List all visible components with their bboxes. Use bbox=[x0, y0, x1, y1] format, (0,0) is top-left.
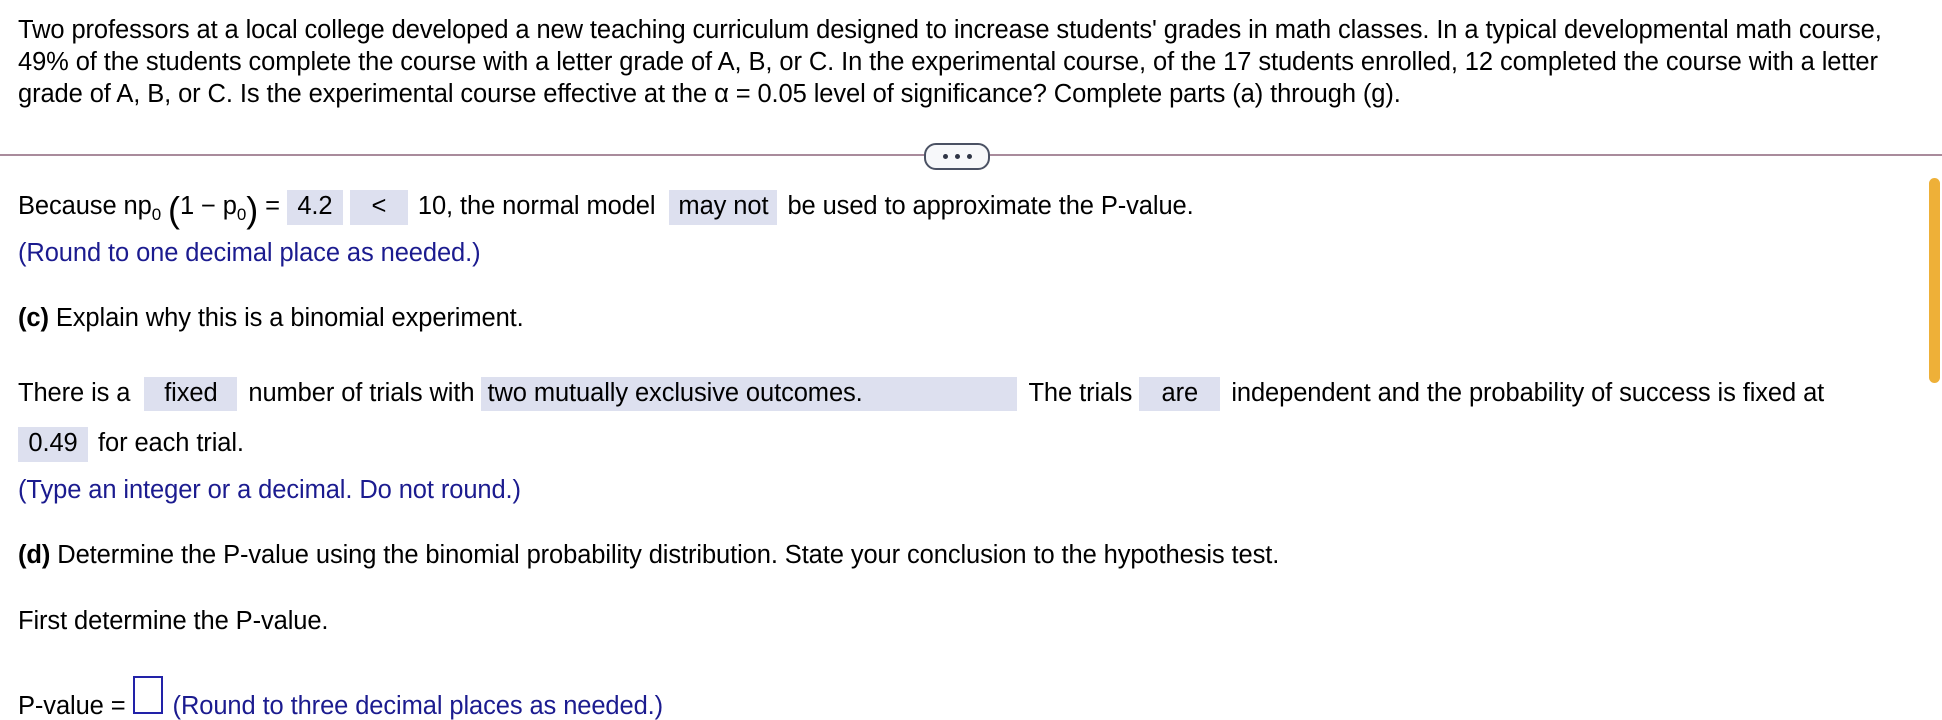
part-b-hint-line: (Round to one decimal place as needed.) bbox=[18, 238, 1942, 267]
part-c-sentence-4: independent and the probability of succe… bbox=[1231, 378, 1825, 407]
part-c-probability-line: 0.49 for each trial. bbox=[18, 427, 1942, 462]
one-minus-p: 1 − p bbox=[179, 192, 237, 220]
pvalue-answer-line: P-value = (Round to three decimal places… bbox=[18, 676, 1942, 720]
paren-open: ( bbox=[168, 189, 180, 230]
ellipsis-dot-1 bbox=[942, 154, 948, 159]
part-d-instruction: First determine the P-value. bbox=[18, 606, 329, 635]
part-c-sentence-5: for each trial. bbox=[98, 429, 244, 457]
paren-close: ) bbox=[246, 189, 259, 230]
spacer-7 bbox=[50, 543, 57, 569]
part-c-prompt-line: (c) Explain why this is a binomial exper… bbox=[18, 304, 1942, 332]
np0-formula: Because np0 (1 − p0) = bbox=[18, 189, 287, 230]
after-comparison-text: 10, the normal model bbox=[417, 192, 656, 220]
part-d-prompt: Determine the P-value using the binomial… bbox=[57, 541, 1280, 569]
part-b-tail-text: be used to approximate the P-value. bbox=[787, 192, 1194, 220]
comparison-dropdown[interactable]: < bbox=[349, 190, 408, 225]
part-b-answer-line: Because np0 (1 − p0) = 4.2 < 10, the nor… bbox=[18, 189, 1942, 230]
outcomes-dropdown[interactable]: two mutually exclusive outcomes. bbox=[481, 376, 1018, 411]
ellipsis-dot-3 bbox=[966, 154, 972, 159]
npq-value-field[interactable]: 4.2 bbox=[286, 190, 343, 225]
spacer-6 bbox=[1132, 381, 1139, 407]
formula-space bbox=[161, 192, 168, 220]
part-c-hint-line: (Type an integer or a decimal. Do not ro… bbox=[18, 475, 1942, 504]
independence-dropdown[interactable]: are bbox=[1139, 376, 1221, 411]
part-d-prompt-line: (d) Determine the P-value using the bino… bbox=[18, 541, 1942, 569]
part-c-hint: (Type an integer or a decimal. Do not ro… bbox=[18, 475, 521, 504]
p0-subscript: 0 bbox=[236, 205, 247, 224]
ellipsis-dot-2 bbox=[954, 154, 960, 159]
fixed-trials-dropdown[interactable]: fixed bbox=[144, 376, 238, 411]
spacer-4 bbox=[130, 381, 144, 407]
part-c-prompt: Explain why this is a binomial experimen… bbox=[55, 304, 524, 332]
part-c-answer-line: There is a fixed number of trials with t… bbox=[18, 376, 1942, 411]
spacer-2 bbox=[655, 194, 669, 220]
part-d-instruction-line: First determine the P-value. bbox=[18, 606, 1942, 635]
part-d-hint: (Round to three decimal places as needed… bbox=[172, 692, 664, 720]
part-b-prefix: Because np bbox=[18, 192, 152, 220]
spacer-8 bbox=[126, 694, 133, 720]
section-divider bbox=[0, 143, 1942, 170]
equals-sign: = bbox=[258, 192, 287, 220]
spacer-5 bbox=[474, 381, 481, 407]
spacer-1 bbox=[343, 194, 350, 220]
expand-ellipsis-button[interactable] bbox=[924, 143, 990, 170]
pvalue-input[interactable] bbox=[132, 676, 163, 714]
part-c-sentence-1: There is a bbox=[18, 378, 131, 407]
may-not-dropdown[interactable]: may not bbox=[669, 190, 778, 225]
part-c-label: (c) bbox=[18, 304, 49, 332]
vertical-scrollbar-track[interactable] bbox=[1928, 0, 1942, 690]
pvalue-label: P-value = bbox=[18, 692, 126, 720]
problem-statement: Two professors at a local college develo… bbox=[18, 16, 1882, 108]
spacer-3 bbox=[49, 306, 56, 332]
part-c-sentence-3: The trials bbox=[1028, 378, 1133, 407]
vertical-scrollbar-thumb[interactable] bbox=[1929, 178, 1940, 383]
probability-value-field[interactable]: 0.49 bbox=[18, 427, 88, 462]
part-c-sentence-2: number of trials with bbox=[248, 378, 475, 407]
part-b-hint: (Round to one decimal place as needed.) bbox=[18, 238, 481, 267]
answer-body: Because np0 (1 − p0) = 4.2 < 10, the nor… bbox=[0, 190, 1942, 720]
np0-subscript: 0 bbox=[151, 205, 162, 224]
part-d-label: (d) bbox=[18, 541, 51, 569]
